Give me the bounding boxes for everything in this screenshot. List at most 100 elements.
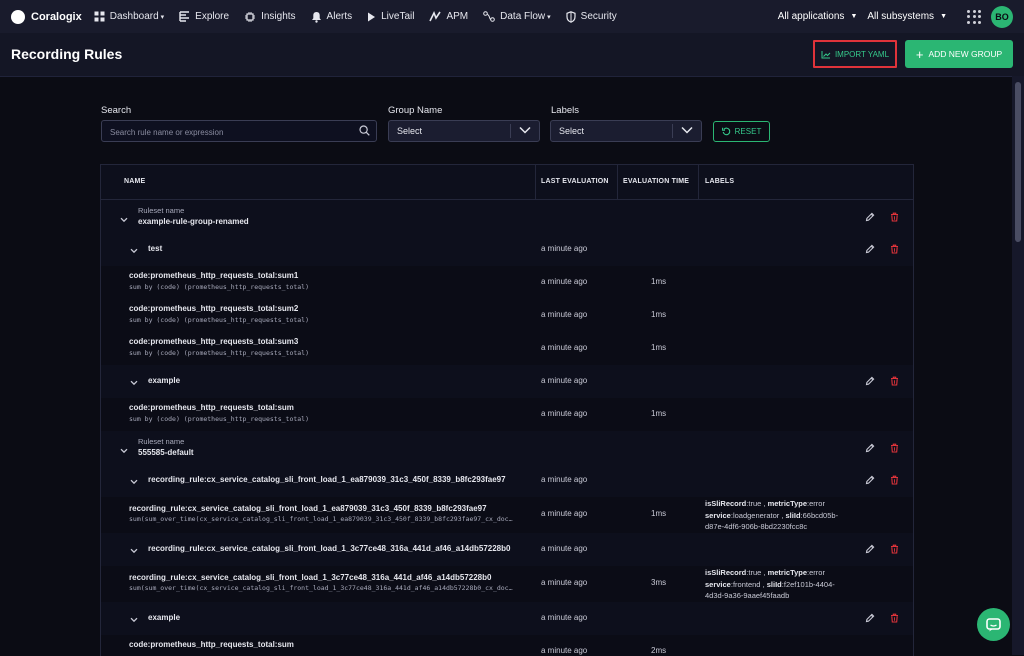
last-evaluation: a minute ago (541, 613, 588, 622)
label-value: 4d3d-9a36-9aaef45faadb (705, 591, 790, 600)
search-field[interactable] (101, 120, 377, 142)
label-value: loadgenerator (732, 510, 780, 520)
nav-item-apm[interactable]: APM (429, 11, 468, 22)
rule-group-name: example (148, 376, 181, 385)
label-line: d87e-4df6-906b-8bd2230fcc8c (705, 521, 865, 533)
chevron-down-icon[interactable] (120, 446, 128, 456)
label-line: isSliRecord:true , metricType:error (705, 499, 825, 508)
column-divider (535, 165, 536, 199)
caret-down-icon: ▾ (160, 13, 165, 21)
label-key: sliId (785, 510, 801, 520)
caret-down-icon: ▼ (940, 13, 947, 20)
avatar[interactable]: BO (991, 5, 1013, 28)
edit-icon[interactable] (865, 443, 875, 455)
column-header-evaluation-time: EVALUATION TIME (623, 178, 690, 185)
labels-select[interactable]: Select (550, 120, 702, 142)
nav-item-security[interactable]: Security (566, 10, 617, 23)
nav-item-livetail[interactable]: LiveTail (367, 11, 414, 22)
group-name-select[interactable]: Select (388, 120, 540, 142)
dashboard-icon (94, 11, 105, 22)
edit-icon[interactable] (865, 613, 875, 625)
evaluation-time: 1ms (651, 310, 667, 319)
add-new-group-button[interactable]: + ADD NEW GROUP (905, 40, 1013, 68)
label-value: f2ef101b-4404- (783, 579, 835, 589)
last-evaluation: a minute ago (541, 409, 588, 418)
scrollbar-thumb[interactable] (1015, 82, 1021, 242)
label-value: d87e-4df6-906b-8bd2230fcc8c (705, 522, 808, 531)
nav-item-explore[interactable]: Explore (179, 11, 229, 22)
edit-icon[interactable] (865, 244, 875, 256)
column-header-name: NAME (124, 178, 146, 185)
subsystems-select[interactable]: All subsystems ▼ (867, 11, 947, 22)
select-divider (672, 124, 673, 138)
rule-group-row[interactable]: test a minute ago (101, 233, 913, 267)
chevron-down-icon[interactable] (120, 215, 128, 225)
edit-icon[interactable] (865, 376, 875, 388)
reset-button[interactable]: RESET (713, 121, 770, 142)
data-flow-icon (483, 11, 495, 22)
ruleset-label: Ruleset name (138, 437, 185, 446)
nav-label-security: Security (580, 11, 617, 22)
edit-icon[interactable] (865, 475, 875, 487)
nav-item-data-flow[interactable]: Data Flow ▾ (483, 11, 551, 22)
nav-item-insights[interactable]: Insights (244, 11, 296, 23)
chevron-down-icon[interactable] (130, 615, 138, 625)
nav-label-dashboard: Dashboard (109, 11, 159, 22)
top-nav: Coralogix Dashboard ▾ Explore Insights A… (0, 0, 1024, 33)
rule-labels: isSliRecord:true , metricType:error servi… (705, 567, 865, 602)
search-input[interactable] (108, 124, 352, 140)
chevron-down-icon[interactable] (130, 477, 138, 487)
delete-icon[interactable] (890, 212, 899, 224)
delete-icon[interactable] (890, 475, 899, 487)
rule-group-row[interactable]: example a minute ago (101, 365, 913, 399)
label-key: sliId (766, 579, 782, 589)
rule-expression: sum(sum_over_time(cx_service_catalog_sli… (129, 584, 513, 592)
nav-item-alerts[interactable]: Alerts (311, 11, 352, 23)
applications-select[interactable]: All applications ▼ (778, 11, 858, 22)
label-line: isSliRecord:true , metricType:error (705, 568, 825, 577)
chevron-down-icon[interactable] (130, 546, 138, 556)
evaluation-time: 1ms (651, 277, 667, 286)
delete-icon[interactable] (890, 544, 899, 556)
ruleset-row[interactable]: Ruleset name example-rule-group-renamed (101, 200, 913, 234)
label-key: service (705, 510, 731, 520)
delete-icon[interactable] (890, 613, 899, 625)
nav-right: All applications ▼ All subsystems ▼ BO (778, 0, 1024, 33)
rule-group-row[interactable]: recording_rule:cx_service_catalog_sli_fr… (101, 464, 913, 498)
rule-labels: isSliRecord:true , metricType:error servi… (705, 498, 865, 533)
nav-item-dashboard[interactable]: Dashboard ▾ (94, 11, 164, 22)
edit-icon[interactable] (865, 212, 875, 224)
group-name-value: Select (397, 126, 423, 136)
label-key: isSliRecord (705, 568, 747, 577)
rule-name: code:prometheus_http_requests_total:sum (129, 403, 294, 412)
bell-icon (311, 11, 321, 23)
column-divider (617, 165, 618, 199)
ruleset-row[interactable]: Ruleset name 555585-default (101, 431, 913, 465)
chevron-down-icon[interactable] (130, 378, 138, 388)
label-key: metricType (767, 568, 808, 577)
apps-grid-icon[interactable] (967, 9, 981, 24)
label-key: isSliRecord (705, 499, 747, 508)
table-row: code:prometheus_http_requests_total:sum a… (101, 635, 913, 656)
rule-group-row[interactable]: example a minute ago (101, 602, 913, 636)
search-icon[interactable] (359, 125, 370, 136)
import-yaml-button[interactable]: IMPORT YAML (813, 40, 897, 68)
chat-icon (986, 617, 1001, 631)
page-header: Recording Rules IMPORT YAML + ADD NEW GR… (0, 33, 1024, 77)
evaluation-time: 1ms (651, 509, 667, 518)
labels-label: Labels (551, 105, 579, 116)
ruleset-label: Ruleset name (138, 206, 185, 215)
label-value: error (809, 499, 825, 508)
brand-logo[interactable]: Coralogix (11, 9, 82, 24)
rule-group-name: recording_rule:cx_service_catalog_sli_fr… (148, 544, 511, 553)
delete-icon[interactable] (890, 443, 899, 455)
rule-group-row[interactable]: recording_rule:cx_service_catalog_sli_fr… (101, 533, 913, 567)
delete-icon[interactable] (890, 376, 899, 388)
edit-icon[interactable] (865, 544, 875, 556)
chevron-down-icon[interactable] (130, 246, 138, 256)
evaluation-time: 1ms (651, 409, 667, 418)
chat-button[interactable] (977, 608, 1010, 641)
applications-value: All applications (777, 11, 845, 22)
label-value: true (748, 568, 762, 577)
delete-icon[interactable] (890, 244, 899, 256)
